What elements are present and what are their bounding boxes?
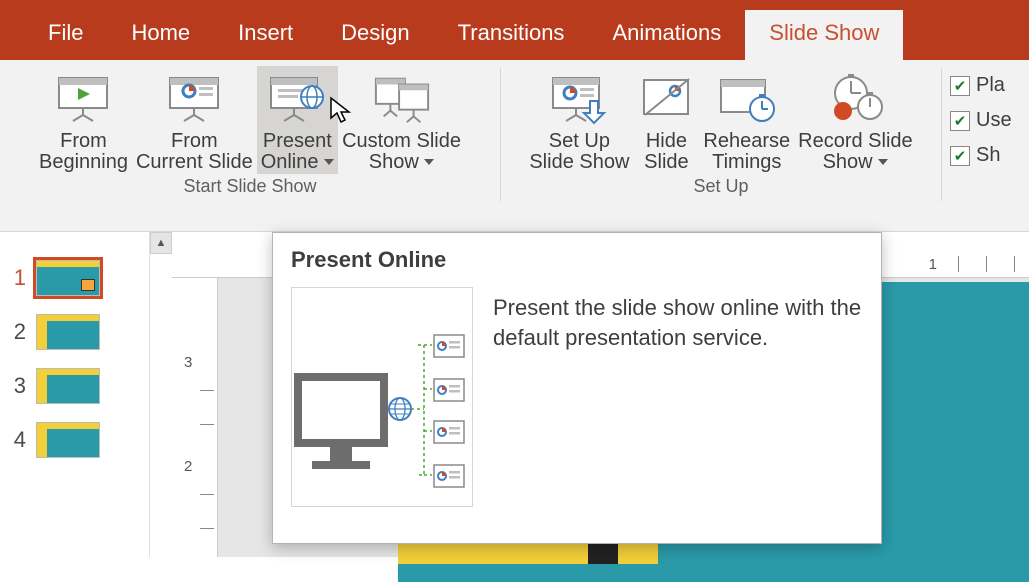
from-current-slide-icon bbox=[165, 70, 223, 128]
slide-thumb-4[interactable]: 4 bbox=[8, 422, 141, 458]
checkbox-checked-icon: ✔ bbox=[950, 111, 970, 131]
group-label-start: Start Slide Show bbox=[2, 174, 498, 201]
cursor-icon bbox=[329, 96, 353, 124]
options-checkboxes: ✔Pla ✔Use ✔Sh bbox=[942, 60, 1016, 231]
from-current-slide-button[interactable]: From Current Slide bbox=[132, 66, 257, 174]
tab-design[interactable]: Design bbox=[317, 10, 433, 60]
screentip-title: Present Online bbox=[291, 247, 863, 273]
tab-file[interactable]: File bbox=[24, 10, 107, 60]
tab-home[interactable]: Home bbox=[107, 10, 214, 60]
check-show-media[interactable]: ✔Sh bbox=[950, 144, 1012, 167]
rehearse-timings-button[interactable]: Rehearse Timings bbox=[699, 66, 794, 174]
rehearse-timings-icon bbox=[718, 70, 776, 128]
custom-slide-show-button[interactable]: Custom Slide Show bbox=[338, 66, 465, 174]
record-slide-show-button[interactable]: Record Slide Show bbox=[794, 66, 917, 174]
tab-slideshow[interactable]: Slide Show bbox=[745, 10, 903, 60]
checkbox-checked-icon: ✔ bbox=[950, 76, 970, 96]
set-up-slide-show-icon bbox=[550, 70, 608, 128]
from-beginning-icon bbox=[54, 70, 112, 128]
present-online-button[interactable]: Present Online bbox=[257, 66, 338, 174]
tab-insert[interactable]: Insert bbox=[214, 10, 317, 60]
screentip-description: Present the slide show online with the d… bbox=[493, 287, 863, 507]
thumbnail bbox=[36, 260, 100, 296]
thumbnail bbox=[36, 368, 100, 404]
slide-thumbnails: 1 2 3 4 bbox=[0, 232, 150, 557]
present-online-icon bbox=[268, 70, 326, 128]
dropdown-arrow-icon bbox=[878, 159, 888, 166]
thumbnail bbox=[36, 314, 100, 350]
hide-slide-icon bbox=[637, 70, 695, 128]
scroll-up-button[interactable]: ▲ bbox=[150, 232, 172, 254]
ruler-vertical: 3 2 bbox=[172, 278, 218, 557]
slide-thumb-2[interactable]: 2 bbox=[8, 314, 141, 350]
screentip-illustration bbox=[291, 287, 473, 507]
check-use-timings[interactable]: ✔Use bbox=[950, 109, 1012, 132]
screentip-present-online: Present Online bbox=[272, 232, 882, 544]
check-play-narrations[interactable]: ✔Pla bbox=[950, 74, 1012, 97]
group-label-setup: Set Up bbox=[503, 174, 939, 201]
tab-transitions[interactable]: Transitions bbox=[434, 10, 589, 60]
set-up-slide-show-button[interactable]: Set Up Slide Show bbox=[525, 66, 633, 174]
thumbnail bbox=[36, 422, 100, 458]
record-slide-show-icon bbox=[826, 70, 884, 128]
from-beginning-button[interactable]: From Beginning bbox=[35, 66, 132, 174]
tab-animations[interactable]: Animations bbox=[588, 10, 745, 60]
slide-thumb-3[interactable]: 3 bbox=[8, 368, 141, 404]
dropdown-arrow-icon bbox=[324, 159, 334, 166]
hide-slide-button[interactable]: Hide Slide bbox=[633, 66, 699, 174]
custom-slide-show-icon bbox=[373, 70, 431, 128]
dropdown-arrow-icon bbox=[424, 159, 434, 166]
checkbox-checked-icon: ✔ bbox=[950, 146, 970, 166]
ribbon-tabs: File Home Insert Design Transitions Anim… bbox=[0, 6, 1029, 60]
ribbon: From Beginning From Current Slide Presen… bbox=[0, 60, 1029, 232]
slide-thumb-1[interactable]: 1 bbox=[8, 260, 141, 296]
